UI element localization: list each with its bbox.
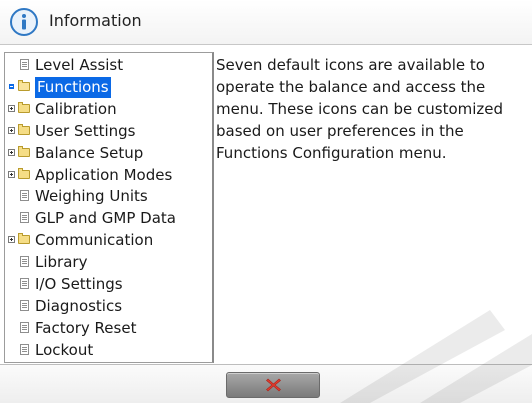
- tree-item[interactable]: Library: [5, 252, 212, 273]
- document-icon: [20, 212, 29, 224]
- expand-plus-icon[interactable]: [8, 148, 15, 156]
- tree-item[interactable]: Balance Setup: [5, 143, 212, 164]
- description-line: menu. These icons can be customized: [216, 100, 504, 118]
- tree-item[interactable]: Calibration: [5, 99, 212, 120]
- tree-item[interactable]: Functions: [5, 76, 212, 98]
- document-icon: [20, 321, 29, 333]
- tree-item-label: Lockout: [35, 340, 94, 359]
- tree-item-label: Factory Reset: [35, 318, 137, 337]
- window-title: Information: [49, 11, 142, 30]
- tree-item[interactable]: Weighing Units: [5, 186, 212, 207]
- tree-item-label: Weighing Units: [35, 187, 148, 206]
- tree-item[interactable]: Level Assist: [5, 55, 212, 76]
- tree-item[interactable]: Application Modes: [5, 165, 212, 186]
- tree-item[interactable]: Communication: [5, 230, 212, 251]
- tree-item-label: User Settings: [35, 121, 136, 140]
- document-icon: [20, 190, 29, 202]
- document-icon: [20, 343, 29, 355]
- document-icon: [20, 59, 29, 70]
- tree-item[interactable]: I/O Settings: [5, 274, 212, 295]
- footer-bar: [0, 365, 532, 403]
- tree-item-label: I/O Settings: [35, 275, 123, 293]
- folder-icon: [18, 101, 30, 113]
- document-icon: [20, 278, 29, 289]
- tree-item-label: Balance Setup: [35, 143, 144, 162]
- close-icon: [266, 378, 281, 392]
- folder-icon: [18, 123, 30, 135]
- expand-plus-icon[interactable]: [8, 236, 15, 244]
- description-line: based on user preferences in the: [216, 122, 464, 140]
- description-line: Seven default icons are available to: [216, 56, 485, 74]
- tree-item-label: Application Modes: [35, 165, 173, 184]
- tree-item-label: Functions: [35, 76, 111, 98]
- description-text: Seven default icons are available to oper…: [216, 52, 526, 363]
- description-line: Functions Configuration menu.: [216, 144, 447, 162]
- tree-item[interactable]: User Settings: [5, 121, 212, 142]
- expand-plus-icon[interactable]: [8, 104, 15, 112]
- info-icon: [10, 8, 38, 36]
- expand-plus-icon[interactable]: [8, 126, 15, 134]
- tree-item-label: GLP and GMP Data: [35, 209, 176, 228]
- tree-item-label: Diagnostics: [35, 296, 123, 315]
- menu-tree: Level Assist Functions Calibration User Set…: [4, 52, 214, 363]
- tree-item[interactable]: GLP and GMP Data: [5, 208, 212, 229]
- tree-item-label: Communication: [35, 231, 154, 250]
- folder-icon: [18, 145, 30, 157]
- folder-icon: [18, 233, 30, 245]
- collapse-minus-icon[interactable]: [8, 82, 15, 90]
- tree-item-label: Calibration: [35, 99, 117, 118]
- expand-plus-icon[interactable]: [8, 170, 15, 178]
- close-button[interactable]: [226, 372, 320, 398]
- document-icon: [20, 299, 29, 311]
- title-bar: Information: [0, 0, 532, 45]
- folder-icon: [18, 167, 30, 179]
- content-area: Level Assist Functions Calibration User Set…: [0, 45, 532, 365]
- tree-item[interactable]: Lockout: [5, 340, 212, 361]
- tree-item[interactable]: Factory Reset: [5, 318, 212, 339]
- folder-open-icon: [18, 79, 30, 91]
- information-window: Information Level Assist Functions Calibra…: [0, 0, 532, 403]
- tree-item-label: Level Assist: [35, 56, 124, 74]
- tree-item[interactable]: Diagnostics: [5, 296, 212, 317]
- description-line: operate the balance and access the: [216, 78, 486, 96]
- tree-item-label: Library: [35, 253, 88, 272]
- document-icon: [20, 256, 29, 268]
